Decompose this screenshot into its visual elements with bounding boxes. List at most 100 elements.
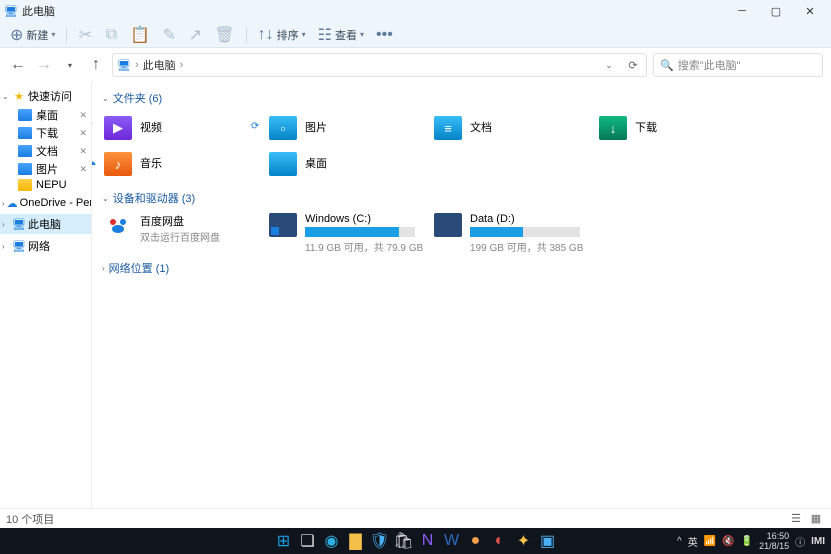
taskbar-edge[interactable]: ◉: [322, 531, 342, 551]
battery-icon[interactable]: 🔋: [741, 536, 753, 547]
cut-icon: ✂: [79, 25, 92, 45]
baidu-icon: [104, 213, 132, 237]
minimize-button[interactable]: ─: [725, 0, 759, 22]
drive-icon: [269, 213, 297, 237]
folder-视频[interactable]: ✓▶视频: [100, 111, 265, 145]
search-placeholder: 搜索"此电脑": [678, 57, 741, 73]
taskbar-security[interactable]: 🛡: [370, 531, 390, 551]
rename-button[interactable]: ✎: [158, 24, 180, 46]
folder-下载[interactable]: ↓ 下载: [595, 111, 760, 145]
folder-label: 下载: [635, 122, 756, 135]
folder-icon: [18, 163, 32, 175]
expand-icon: ›: [2, 220, 10, 229]
folder-icon: [269, 152, 297, 176]
copy-button[interactable]: ⧉: [100, 24, 122, 46]
folder-图片[interactable]: ⟳▫图片: [265, 111, 430, 145]
capacity-bar: [470, 227, 580, 237]
star-icon: ★: [12, 89, 26, 103]
maximize-button[interactable]: ▢: [759, 0, 793, 22]
clock[interactable]: 16:50 21/8/15: [759, 531, 789, 551]
tray-chevron-icon[interactable]: ^: [677, 536, 682, 547]
taskbar-app2[interactable]: ◐: [490, 531, 510, 551]
sidebar-group-OneDrive - Persona[interactable]: ›☁OneDrive - Persona: [0, 194, 91, 212]
sidebar-item-NEPU[interactable]: NEPU: [0, 178, 91, 192]
section-header[interactable]: ⌄设备和驱动器 (3): [100, 186, 823, 210]
expand-icon: ⌄: [102, 94, 109, 103]
ime-indicator[interactable]: 英: [688, 534, 698, 549]
delete-button[interactable]: 🗑: [210, 24, 238, 46]
close-button[interactable]: ✕: [793, 0, 827, 22]
history-button[interactable]: ⌄: [598, 55, 620, 75]
chevron-down-icon: ▾: [302, 30, 306, 39]
taskbar-task-view[interactable]: ❏: [298, 531, 318, 551]
folder-icon: ↓: [599, 116, 627, 140]
cloud-icon: ☁: [7, 196, 18, 210]
back-button[interactable]: ←: [8, 55, 28, 75]
pin-icon: ✕: [79, 164, 87, 175]
view-tiles-button[interactable]: ▦: [807, 511, 825, 527]
sidebar-item-桌面[interactable]: 桌面✕: [0, 106, 91, 124]
paste-button[interactable]: 📋: [126, 24, 154, 46]
sidebar-item-图片[interactable]: 图片✕: [0, 160, 91, 178]
breadcrumb-sep: ›: [135, 59, 139, 71]
forward-button[interactable]: →: [34, 55, 54, 75]
taskbar-onenote[interactable]: N: [418, 531, 438, 551]
up-button[interactable]: ↑: [86, 55, 106, 75]
section-header[interactable]: ›网络位置 (1): [100, 256, 823, 280]
share-button[interactable]: ↗: [184, 24, 206, 46]
address-bar[interactable]: 🖥 › 此电脑 › ⌄ ⟳: [112, 53, 647, 77]
folder-icon: ≡: [434, 116, 462, 140]
sort-button[interactable]: ↑↓ 排序 ▾: [254, 24, 310, 46]
breadcrumb-location[interactable]: 此电脑: [143, 57, 176, 73]
drive-label: 百度网盘: [140, 213, 261, 229]
system-tray[interactable]: ^ 英 📶 🔇 🔋 16:50 21/8/15 ⓘ IMI: [677, 531, 825, 551]
taskbar-start[interactable]: ⊞: [274, 531, 294, 551]
sidebar-item-下载[interactable]: 下载✕: [0, 124, 91, 142]
taskbar-explorer[interactable]: ▇: [346, 531, 366, 551]
view-icon: ☷: [318, 25, 332, 45]
arrow-left-icon: ←: [10, 56, 26, 74]
pin-icon: ✕: [79, 146, 87, 157]
sidebar-group-快速访问[interactable]: ⌄★快速访问: [0, 86, 91, 106]
folder-label: 文档: [470, 122, 591, 135]
refresh-button[interactable]: ⟳: [622, 55, 644, 75]
folder-icon: [18, 179, 32, 191]
recent-button[interactable]: ▾: [60, 55, 80, 75]
cut-button[interactable]: ✂: [74, 24, 96, 46]
drive-Data (D:)[interactable]: Data (D:)199 GB 可用，共 385 GB: [430, 211, 595, 251]
folder-文档[interactable]: ≡ 文档: [430, 111, 595, 145]
new-button[interactable]: ⊕ 新建 ▾: [6, 24, 59, 46]
sidebar-group-网络[interactable]: ›🖥网络: [0, 236, 91, 256]
drive-Windows (C:)[interactable]: Windows (C:)11.9 GB 可用，共 79.9 GB: [265, 211, 430, 251]
taskbar-word[interactable]: W: [442, 531, 462, 551]
date-text: 21/8/15: [759, 541, 789, 551]
taskbar-app4[interactable]: ▣: [538, 531, 558, 551]
volume-icon[interactable]: 🔇: [722, 536, 734, 547]
folder-音乐[interactable]: ☁♪音乐: [100, 147, 265, 181]
view-button[interactable]: ☷ 查看 ▾: [314, 24, 368, 46]
sync-cloud-icon: ☁: [92, 157, 96, 168]
taskbar-app1[interactable]: ●: [466, 531, 486, 551]
wifi-icon[interactable]: 📶: [704, 536, 716, 547]
folder-桌面[interactable]: 桌面: [265, 147, 430, 181]
search-icon: 🔍: [660, 59, 674, 72]
separator: [66, 27, 67, 43]
view-details-button[interactable]: ☰: [787, 511, 805, 527]
sidebar-item-label: 文档: [36, 143, 58, 159]
share-icon: ↗: [189, 25, 202, 45]
folder-icon: ▶: [104, 116, 132, 140]
taskbar-store[interactable]: 🛍: [394, 531, 414, 551]
sidebar-group-此电脑[interactable]: ›🖥此电脑: [0, 214, 91, 234]
search-input[interactable]: 🔍 搜索"此电脑": [653, 53, 823, 77]
drive-百度网盘[interactable]: 百度网盘双击运行百度网盘: [100, 211, 265, 251]
section-title: 文件夹 (6): [113, 90, 163, 106]
taskbar-app3[interactable]: ✦: [514, 531, 534, 551]
folder-icon: [18, 109, 32, 121]
drive-label: Windows (C:): [305, 213, 426, 225]
more-button[interactable]: •••: [372, 24, 397, 46]
notice-icon[interactable]: ⓘ: [795, 534, 805, 549]
sidebar-item-文档[interactable]: 文档 ✕: [0, 142, 91, 160]
section-header[interactable]: ⌄ 文件夹 (6): [100, 86, 823, 110]
sidebar-item-label: 下载: [36, 125, 58, 141]
chevron-down-icon: ⌄: [605, 60, 613, 71]
